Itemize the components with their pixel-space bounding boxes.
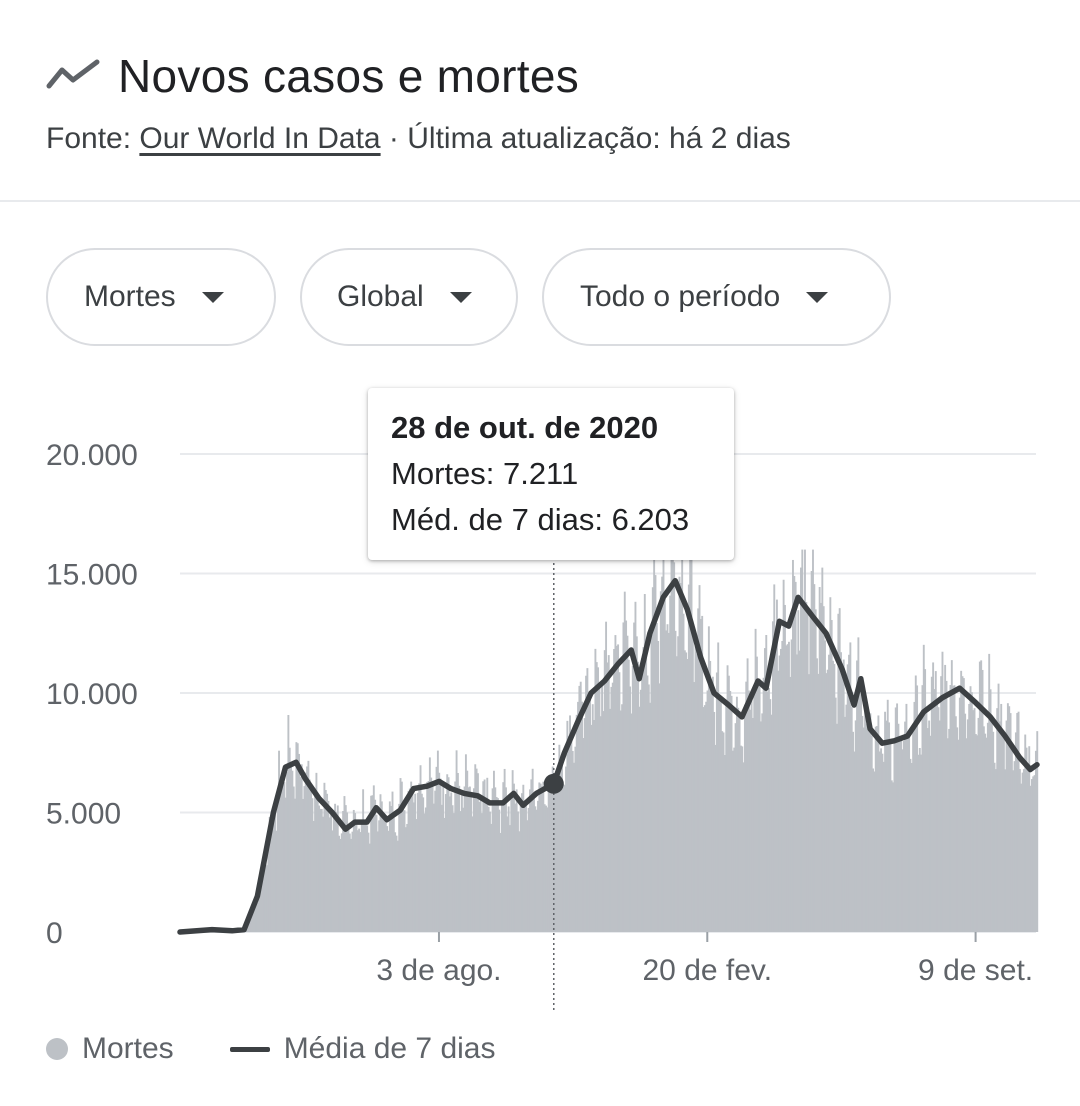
trending-line-icon	[46, 59, 100, 89]
source-line: Fonte: Our World In Data · Última atuali…	[46, 122, 791, 156]
tooltip-average: Méd. de 7 dias: 6.203	[391, 502, 690, 537]
region-dropdown[interactable]: Global	[300, 248, 518, 346]
y-tick-label: 10.000	[46, 678, 138, 711]
legend-bars-swatch	[46, 1038, 68, 1060]
y-tick-label: 15.000	[46, 559, 138, 592]
bar-series	[243, 549, 1039, 932]
source-link[interactable]: Our World In Data	[139, 122, 380, 155]
y-tick-label: 5.000	[46, 798, 121, 831]
filter-chips: Mortes Global Todo o período	[46, 248, 891, 346]
metric-dropdown[interactable]: Mortes	[46, 248, 276, 346]
dropdown-arrow-icon	[449, 291, 472, 303]
y-axis-labels: 0 5.000 10.000 15.000 20.000	[46, 439, 138, 950]
dropdown-arrow-icon	[806, 291, 829, 303]
region-dropdown-label: Global	[337, 280, 424, 313]
legend-line-swatch	[229, 1046, 270, 1052]
metric-dropdown-label: Mortes	[84, 280, 176, 313]
legend-line-label: Média de 7 dias	[283, 1032, 496, 1065]
legend-bars-label: Mortes	[82, 1032, 174, 1065]
chart-legend: Mortes Média de 7 dias	[46, 1032, 496, 1066]
chart-tooltip: 28 de out. de 2020 Mortes: 7.211 Méd. de…	[368, 388, 734, 560]
x-tick-label: 3 de ago.	[376, 954, 501, 987]
x-tick-label: 9 de set.	[918, 954, 1033, 987]
death-bar	[1036, 731, 1039, 932]
divider	[0, 200, 1080, 202]
chart-title: Novos casos e mortes	[118, 50, 580, 102]
period-dropdown[interactable]: Todo o período	[542, 248, 891, 346]
last-updated-text: · Última atualização: há 2 dias	[380, 122, 791, 155]
dropdown-arrow-icon	[201, 291, 224, 303]
card-header: Novos casos e mortes	[46, 44, 579, 108]
y-tick-label: 0	[46, 917, 63, 950]
tooltip-deaths: Mortes: 7.211	[391, 456, 579, 491]
y-tick-label: 20.000	[46, 439, 138, 472]
tooltip-date: 28 de out. de 2020	[391, 410, 659, 445]
period-dropdown-label: Todo o período	[580, 280, 781, 313]
source-prefix: Fonte:	[46, 122, 140, 155]
x-tick-label: 20 de fev.	[643, 954, 773, 987]
highlight-point	[543, 773, 564, 794]
x-axis-labels: 3 de ago. 20 de fev. 9 de set.	[376, 932, 1033, 987]
